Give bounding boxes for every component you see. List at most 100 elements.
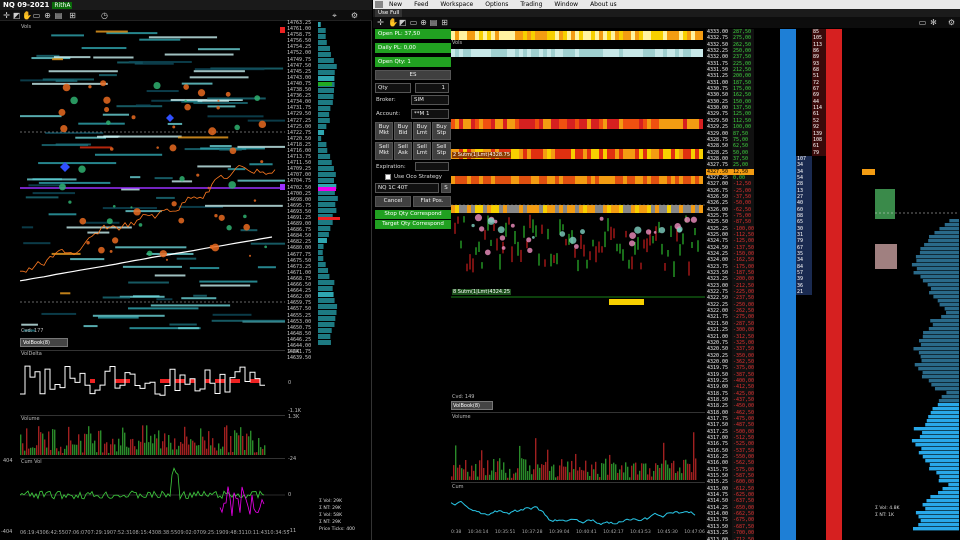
profile-bar (318, 328, 332, 333)
sell-stop-button[interactable]: Sell Stp (432, 142, 451, 160)
template-icon[interactable]: ▤ (54, 11, 63, 20)
heatmap-cell (635, 31, 639, 40)
trade-bubble (527, 247, 533, 254)
hand-icon[interactable]: ✋ (388, 18, 398, 27)
settings-icon[interactable]: ⚙ (350, 11, 359, 20)
trade-bubble (248, 254, 252, 257)
right-heatmap-chart[interactable] (451, 29, 705, 394)
order-label-lower[interactable]: 8 Sutm(1|Lmt)4324.25 (452, 289, 512, 295)
heatmap-streak (32, 192, 76, 195)
diamond-marker (166, 114, 174, 122)
target-qty-correspond-button[interactable]: Target Qty Correspond (375, 220, 451, 229)
sell-market-button[interactable]: Sell Mkt (375, 142, 393, 160)
right-volume-profile (875, 29, 959, 534)
expiration-select[interactable] (415, 162, 449, 171)
menu-item-window[interactable]: Window (548, 1, 584, 8)
broker-select[interactable]: SIM (411, 95, 449, 105)
profile-bar (318, 76, 335, 81)
ladder-row[interactable]: 4313.00 -712,50 (706, 536, 878, 540)
oco-strategy-select[interactable]: NQ 1C 40T (375, 183, 439, 193)
volume-bar (569, 472, 571, 480)
chat-icon[interactable]: ▭ (32, 11, 41, 20)
heatmap-cell (671, 149, 675, 159)
buy-market-button[interactable]: Buy Mkt (375, 122, 393, 140)
monitor-icon[interactable]: ▭ (918, 18, 927, 27)
account-select[interactable]: **M 1 (411, 109, 449, 119)
grid-icon[interactable]: ⊞ (440, 18, 449, 27)
heatmap-cell (687, 205, 691, 213)
heatmap-streak (21, 323, 38, 326)
sell-ask-button[interactable]: Sell Ask (394, 142, 412, 160)
dom-ladder[interactable]: 4333.00 287,50 85 4332.75 275,00 105 4332.50 26… (706, 29, 878, 540)
oco-checkbox[interactable] (385, 174, 391, 180)
grid-icon[interactable]: ⊞ (68, 11, 77, 20)
heatmap-cell (587, 205, 591, 213)
settings-icon[interactable]: ⚙ (947, 18, 956, 27)
chat-icon[interactable]: ▭ (409, 18, 418, 27)
ruler-icon[interactable]: ◩ (398, 18, 407, 27)
heatmap-cell (595, 176, 599, 184)
heatmap-streak (212, 313, 252, 316)
heatmap-cell (451, 176, 455, 184)
sell-limit-button[interactable]: Sell Lmt (413, 142, 431, 160)
trade-bubble (499, 235, 506, 241)
left-price-chart[interactable] (20, 22, 285, 347)
volbook-tab[interactable]: VolBook(8) (20, 338, 68, 347)
pin-icon[interactable]: ⌖ (330, 11, 339, 20)
heatmap-cell (667, 205, 671, 213)
volume-bar (575, 453, 577, 480)
qty-input[interactable]: 1 (415, 83, 449, 93)
heatmap-cell (683, 31, 687, 40)
account-badge[interactable]: RithA (52, 1, 73, 9)
oco-save-button[interactable]: S (441, 183, 451, 193)
stat-line: Σ NT: 29K (319, 506, 341, 511)
buy-bid-button[interactable]: Buy Bid (394, 122, 412, 140)
buy-limit-button[interactable]: Buy Lmt (413, 122, 431, 140)
heatmap-cell (611, 149, 615, 159)
volume-bar (675, 472, 677, 480)
volume-bar (549, 470, 551, 480)
tab-use-full[interactable]: Use Full (375, 9, 403, 17)
time-tick: 06:42:55 (42, 530, 65, 536)
heatmap-cell (695, 176, 699, 184)
flat-position-button[interactable]: Flat Pos. (413, 196, 451, 207)
menu-item-trading[interactable]: Trading (514, 1, 548, 8)
menu-item-about-us[interactable]: About us (584, 1, 623, 8)
heatmap-streak (32, 82, 108, 85)
trade-bubble (184, 103, 191, 111)
template-icon[interactable]: ▤ (429, 18, 438, 27)
clock-icon[interactable]: ◷ (100, 11, 109, 20)
heatmap-cell (583, 31, 587, 40)
menu-item-workspace[interactable]: Workspace (434, 1, 479, 8)
zoom-icon[interactable]: ⊕ (43, 11, 52, 20)
stop-qty-correspond-button[interactable]: Stop Qty Correspond (375, 210, 451, 219)
crosshair-icon[interactable]: ✛ (2, 11, 11, 20)
heatmap-cell (599, 205, 603, 213)
heatmap-cell (615, 49, 619, 57)
volume-bar (451, 476, 453, 480)
menu-item-new[interactable]: New (383, 1, 408, 8)
heatmap-cell (695, 205, 699, 213)
trade-bubble (634, 226, 642, 234)
volume-bar (691, 472, 693, 480)
symbol-button[interactable]: ES (375, 70, 451, 80)
menu-item-options[interactable]: Options (479, 1, 514, 8)
crosshair-icon[interactable]: ✛ (376, 18, 385, 27)
heatmap-cell (515, 31, 519, 40)
menu-item-feed[interactable]: Feed (408, 1, 434, 8)
volume-bar (665, 460, 667, 480)
qty-select[interactable]: Qty (375, 83, 411, 93)
heatmap-cell (695, 31, 699, 40)
volume-bar (244, 449, 246, 455)
volume-bar (228, 452, 230, 455)
ruler-icon[interactable]: ◩ (12, 11, 21, 20)
zoom-icon[interactable]: ⊕ (419, 18, 428, 27)
heatmap-cell (691, 49, 695, 57)
right-volbook-tab[interactable]: VolBook(8) (451, 401, 493, 410)
hand-icon[interactable]: ✋ (22, 11, 32, 20)
order-label-upper[interactable]: 2 Sutm(1|Lmt)4328.75 (452, 152, 512, 158)
right-volume-label: Volume (452, 414, 471, 420)
snowflake-icon[interactable]: ✻ (929, 18, 938, 27)
cancel-button[interactable]: Cancel (375, 196, 411, 207)
buy-stop-button[interactable]: Buy Stp (432, 122, 451, 140)
